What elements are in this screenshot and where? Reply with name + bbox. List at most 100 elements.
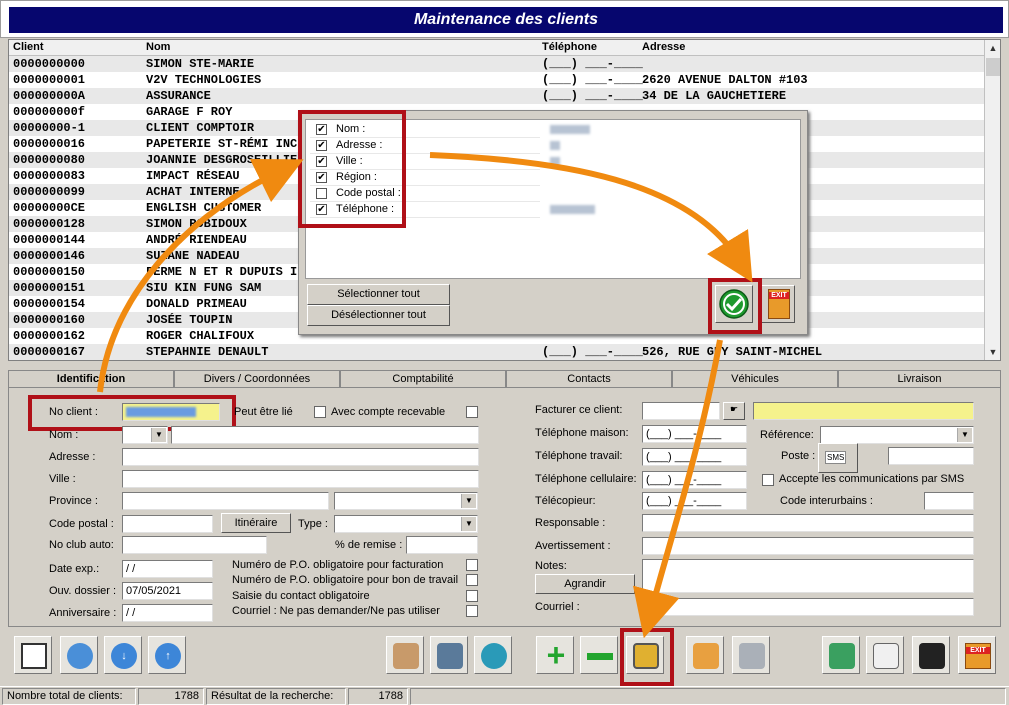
computer-button[interactable]: [430, 636, 468, 674]
exit-toolbar-button[interactable]: EXIT: [958, 636, 996, 674]
folder-icon: [693, 643, 719, 669]
peut-etre-lie-checkbox[interactable]: [314, 406, 326, 418]
scroll-down-icon[interactable]: ▼: [985, 344, 1000, 360]
cell-client: 0000000080: [13, 153, 86, 167]
sms-button[interactable]: SMS: [818, 443, 858, 473]
edit-button[interactable]: [866, 636, 904, 674]
facturer-label: Facturer ce client:: [535, 404, 623, 416]
cell-adresse: 526, RUE GUY SAINT-MICHEL: [642, 345, 823, 359]
po-bon-checkbox[interactable]: [466, 574, 478, 586]
cell-nom: SUZANE NADEAU: [146, 249, 240, 263]
nom-input[interactable]: [171, 426, 479, 444]
facturer-input[interactable]: [642, 402, 720, 420]
facturer-name-display: [753, 402, 974, 420]
notes-textarea[interactable]: [642, 559, 974, 593]
cell-nom: JOSÉE TOUPIN: [146, 313, 233, 327]
col-nom[interactable]: Nom: [146, 41, 170, 53]
tab-vehicules[interactable]: Véhicules: [672, 370, 838, 388]
courriel-input[interactable]: [642, 598, 974, 616]
tab-contacts[interactable]: Contacts: [506, 370, 672, 388]
tab-livraison[interactable]: Livraison: [838, 370, 1001, 388]
col-adresse[interactable]: Adresse: [642, 41, 685, 53]
mail-button[interactable]: [822, 636, 860, 674]
itineraire-button[interactable]: Itinéraire: [221, 513, 291, 533]
tel-maison-label: Téléphone maison:: [535, 427, 629, 439]
code-interurbains-input[interactable]: [924, 492, 974, 510]
saisie-contact-checkbox[interactable]: [466, 590, 478, 602]
deselect-all-button[interactable]: Désélectionner tout: [307, 305, 450, 326]
telecopieur-input[interactable]: (___) ___-____: [642, 492, 747, 510]
folder-button[interactable]: [686, 636, 724, 674]
cell-telephone: (___) ___-____: [542, 73, 643, 87]
tab-comptabilite[interactable]: Comptabilité: [340, 370, 506, 388]
tel-maison-input[interactable]: (___) ___-____: [642, 425, 747, 443]
province-select[interactable]: ▼: [334, 492, 478, 510]
col-client[interactable]: Client: [13, 41, 44, 53]
up-arrow-icon: ↑: [155, 643, 181, 669]
search-button[interactable]: [474, 636, 512, 674]
facturer-lookup-button[interactable]: ☛: [723, 402, 745, 420]
computer-icon: [437, 643, 463, 669]
date-exp-input[interactable]: / /: [122, 560, 213, 578]
courriel-ne-pas-checkbox[interactable]: [466, 605, 478, 617]
agrandir-button[interactable]: Agrandir: [535, 574, 635, 594]
chevron-down-icon[interactable]: ▼: [957, 428, 972, 442]
grid-scrollbar[interactable]: ▲ ▼: [984, 40, 1000, 360]
remove-button[interactable]: [580, 636, 618, 674]
search-icon: [481, 643, 507, 669]
chevron-down-icon[interactable]: ▼: [461, 494, 476, 508]
responsable-input[interactable]: [642, 514, 974, 532]
table-row[interactable]: 0000000001 V2V TECHNOLOGIES (___) ___-____…: [9, 72, 985, 88]
avec-compte-checkbox[interactable]: [466, 406, 478, 418]
tel-travail-input[interactable]: (___) ___-____: [642, 448, 747, 466]
tab-divers[interactable]: Divers / Coordonnées: [174, 370, 340, 388]
tel-travail-label: Téléphone travail:: [535, 450, 623, 462]
cell-nom: ACHAT INTERNE: [146, 185, 240, 199]
poste-input[interactable]: [888, 447, 974, 465]
add-button[interactable]: +: [536, 636, 574, 674]
tab-identification[interactable]: Identification: [8, 370, 174, 388]
no-club-label: No club auto:: [49, 539, 114, 551]
ouv-dossier-input[interactable]: 07/05/2021: [122, 582, 213, 600]
stamp-button[interactable]: [386, 636, 424, 674]
adresse-input[interactable]: [122, 448, 479, 466]
previous-button[interactable]: ↑: [148, 636, 186, 674]
table-row[interactable]: 0000000000 SIMON STE-MARIE (___) ___-____: [9, 56, 985, 72]
anniversaire-input[interactable]: / /: [122, 604, 213, 622]
tel-cell-input[interactable]: (___) ___-____: [642, 471, 747, 489]
avertissement-input[interactable]: [642, 537, 974, 555]
adresse-label: Adresse :: [49, 451, 96, 463]
no-club-input[interactable]: [122, 536, 267, 554]
print-button[interactable]: [732, 636, 770, 674]
scroll-up-icon[interactable]: ▲: [985, 40, 1000, 56]
total-clients-label: Nombre total de clients:: [2, 688, 136, 705]
briefcase-button[interactable]: [912, 636, 950, 674]
down-arrow-icon: ↓: [111, 643, 137, 669]
po-fact-checkbox[interactable]: [466, 559, 478, 571]
scroll-thumb[interactable]: [986, 58, 1000, 76]
remise-input[interactable]: [406, 536, 478, 554]
table-row[interactable]: 0000000167 STEPAHNIE DENAULT (___) ___-___…: [9, 344, 985, 360]
code-postal-input[interactable]: [122, 515, 213, 533]
exit-button[interactable]: EXIT: [761, 285, 795, 323]
select-all-button[interactable]: Sélectionner tout: [307, 284, 450, 305]
chevron-down-icon[interactable]: ▼: [151, 428, 166, 442]
navigate-button[interactable]: [60, 636, 98, 674]
table-row[interactable]: 000000000A ASSURANCE (___) ___-____ 34 DE L…: [9, 88, 985, 104]
responsable-label: Responsable :: [535, 517, 606, 529]
province-input[interactable]: [122, 492, 329, 510]
cell-client: 0000000001: [13, 73, 86, 87]
bottom-toolbar: ↓ ↑ + EXIT: [0, 628, 1009, 686]
type-select[interactable]: ▼: [334, 515, 478, 533]
cell-nom: JOANNIE DESGROSEILLIE: [146, 153, 298, 167]
accepte-sms-checkbox[interactable]: [762, 474, 774, 486]
window-button[interactable]: [14, 636, 52, 674]
chevron-down-icon[interactable]: ▼: [461, 517, 476, 531]
ville-input[interactable]: [122, 470, 479, 488]
col-telephone[interactable]: Téléphone: [542, 41, 597, 53]
next-button[interactable]: ↓: [104, 636, 142, 674]
reference-select[interactable]: ▼: [820, 426, 974, 444]
nom-title-select[interactable]: ▼: [122, 426, 168, 444]
cell-client: 0000000151: [13, 281, 86, 295]
exit-door-icon: EXIT: [768, 289, 790, 319]
